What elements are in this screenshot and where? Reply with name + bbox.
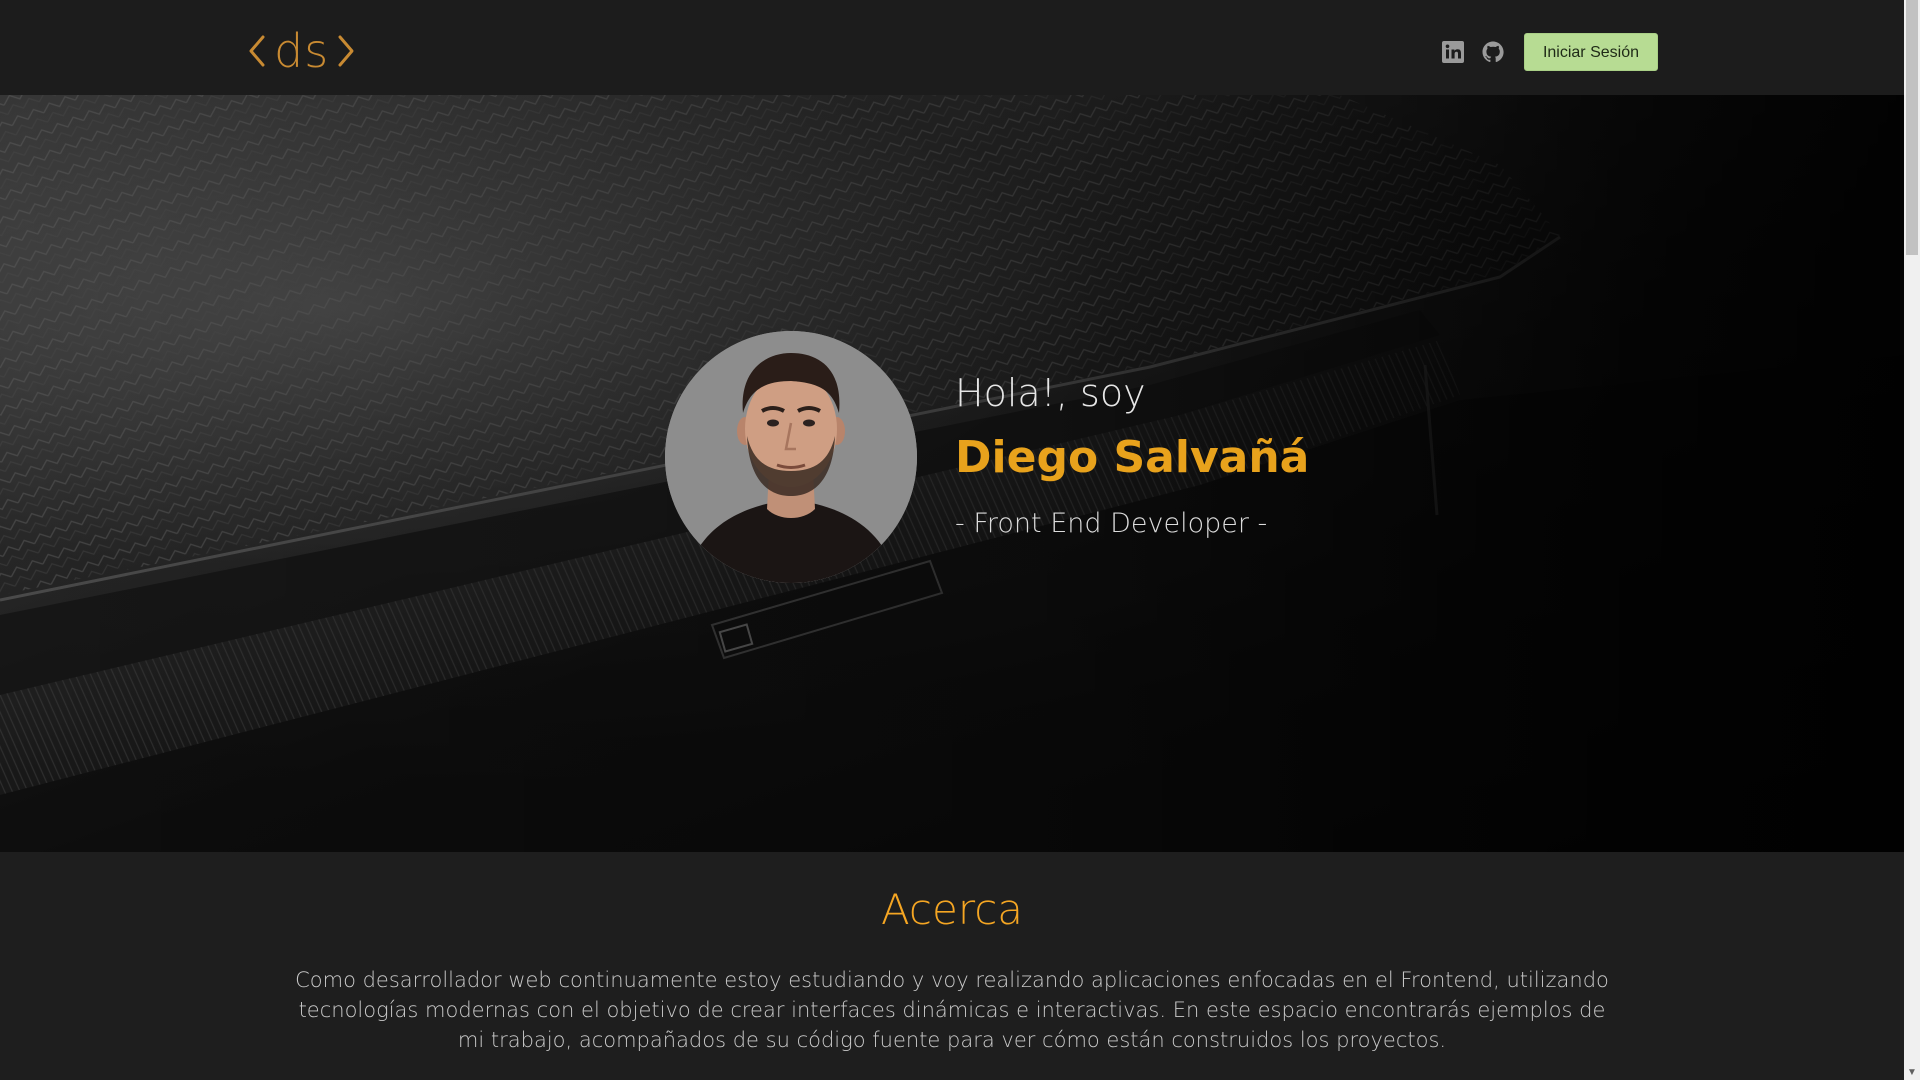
logo[interactable]: ds xyxy=(248,20,355,82)
hero-content: Hola!, soy Diego Salvañá - Front End Dev… xyxy=(665,331,1309,583)
github-icon[interactable] xyxy=(1480,39,1506,65)
chevron-left-icon xyxy=(249,35,265,67)
logo-text: ds xyxy=(274,24,330,78)
about-title: Acerca xyxy=(880,885,1024,934)
linkedin-icon[interactable] xyxy=(1440,39,1466,65)
hero-name: Diego Salvañá xyxy=(955,431,1310,483)
hero-role: - Front End Developer - xyxy=(955,507,1268,539)
page: ds Iniciar Sesión Hola!, soy Diego Salva… xyxy=(0,0,1904,1080)
nav-actions: Iniciar Sesión xyxy=(1440,33,1658,71)
navbar: ds Iniciar Sesión xyxy=(0,0,1904,95)
hero-section: Hola!, soy Diego Salvañá - Front End Dev… xyxy=(0,95,1904,852)
login-button[interactable]: Iniciar Sesión xyxy=(1523,33,1658,71)
about-text: Como desarrollador web continuamente est… xyxy=(295,968,1609,1052)
chevron-right-icon xyxy=(338,35,354,67)
hero-text: Hola!, soy Diego Salvañá - Front End Dev… xyxy=(955,374,1309,537)
scroll-down-arrow-icon[interactable]: ▼ xyxy=(1904,1064,1920,1080)
scrollbar-thumb[interactable] xyxy=(1906,0,1918,255)
greeting: Hola!, soy xyxy=(955,370,1146,415)
avatar xyxy=(665,331,917,583)
about-section: Acerca Como desarrollador web continuame… xyxy=(0,852,1904,1080)
profile-photo xyxy=(665,331,917,583)
scrollbar[interactable]: ▼ xyxy=(1904,0,1920,1080)
